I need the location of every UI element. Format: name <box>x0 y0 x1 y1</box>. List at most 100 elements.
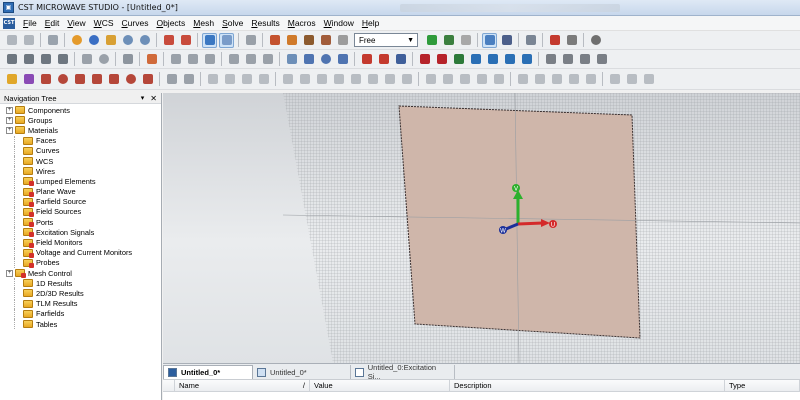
menu-edit[interactable]: Edit <box>41 18 64 28</box>
save-icon[interactable] <box>38 52 53 67</box>
transform-icon[interactable] <box>168 52 183 67</box>
grid-icon[interactable] <box>219 32 234 48</box>
zoom-fit-icon[interactable] <box>137 33 152 48</box>
pan-icon[interactable] <box>103 33 118 48</box>
store-wcs-icon[interactable] <box>583 72 598 87</box>
plane-wave-icon[interactable] <box>417 52 432 67</box>
expand-icon[interactable]: + <box>6 116 13 124</box>
menu-help[interactable]: Help <box>358 18 383 28</box>
start-icon[interactable] <box>560 52 575 67</box>
tree-item[interactable]: Ports <box>0 217 161 228</box>
tab-untitled-3d[interactable]: Untitled_0* <box>163 365 253 379</box>
pin-icon[interactable]: ▾ <box>141 94 145 102</box>
tree-item[interactable]: Field Sources <box>0 206 161 217</box>
rotate-wcs-icon[interactable] <box>566 72 581 87</box>
loft-icon[interactable] <box>297 72 312 87</box>
menu-window[interactable]: Window <box>320 18 358 28</box>
mesh-view-icon[interactable] <box>318 33 333 48</box>
menu-solve[interactable]: Solve <box>218 18 247 28</box>
lumped-element-icon[interactable] <box>393 52 408 67</box>
tree-item[interactable]: WCS <box>0 156 161 167</box>
mid-point-icon[interactable] <box>423 72 438 87</box>
align-wcs-icon[interactable] <box>532 72 547 87</box>
copy-icon[interactable] <box>607 72 622 87</box>
pick-icon[interactable] <box>4 72 19 87</box>
document-icon[interactable]: CST <box>3 17 15 29</box>
extrude-icon[interactable] <box>280 72 295 87</box>
bounding-box-icon[interactable] <box>458 33 473 48</box>
column-header-type[interactable]: Type <box>725 380 800 391</box>
material-icon[interactable] <box>284 33 299 48</box>
face-icon[interactable] <box>382 72 397 87</box>
column-header-description[interactable]: Description <box>450 380 725 391</box>
3d-viewport[interactable]: V U W <box>163 93 800 363</box>
parameter-sweep-icon[interactable] <box>594 52 609 67</box>
paste-icon[interactable] <box>624 72 639 87</box>
tree-item[interactable]: 1D Results <box>0 278 161 289</box>
rotate-view-icon[interactable] <box>86 33 101 48</box>
chamfer-icon[interactable] <box>239 72 254 87</box>
analytical-curve-icon[interactable] <box>181 72 196 87</box>
tree-item[interactable]: Field Monitors <box>0 237 161 248</box>
tab-excitation-signals[interactable]: Untitled_0:Excitation Si... <box>351 363 455 381</box>
menu-mesh[interactable]: Mesh <box>189 18 218 28</box>
stop-icon[interactable] <box>588 33 603 48</box>
tree-item[interactable]: + Mesh Control <box>0 268 161 279</box>
tree-item[interactable]: Lumped Elements <box>0 176 161 187</box>
align-icon[interactable] <box>185 52 200 67</box>
pick-face-icon[interactable] <box>260 52 275 67</box>
boolean-icon[interactable] <box>144 52 159 67</box>
wireframe-icon[interactable] <box>243 33 258 48</box>
tree-item[interactable]: Farfield Source <box>0 196 161 207</box>
local-wcs-icon[interactable] <box>515 72 530 87</box>
cylinder-icon[interactable] <box>120 52 135 67</box>
select-mode-icon[interactable] <box>202 32 217 48</box>
ellipse-icon[interactable] <box>123 72 138 87</box>
menu-results[interactable]: Results <box>247 18 283 28</box>
tree-item[interactable]: 2D/3D Results <box>0 288 161 299</box>
coil-icon[interactable] <box>365 72 380 87</box>
mesh-icon[interactable] <box>301 33 316 48</box>
discrete-port-icon[interactable] <box>376 52 391 67</box>
menu-objects[interactable]: Objects <box>152 18 189 28</box>
background-icon[interactable] <box>301 52 316 67</box>
pick-edge-icon[interactable] <box>243 52 258 67</box>
rectangle-icon[interactable] <box>106 72 121 87</box>
tree-item[interactable]: Voltage and Current Monitors <box>0 247 161 258</box>
tree-item[interactable]: Probes <box>0 257 161 268</box>
zoom-box-icon[interactable] <box>161 33 176 48</box>
menu-curves[interactable]: Curves <box>118 18 153 28</box>
view-mode-select[interactable]: Free ▼ <box>354 33 418 47</box>
line-icon[interactable] <box>38 72 53 87</box>
trim-icon[interactable] <box>205 72 220 87</box>
cut-plane-icon[interactable] <box>424 33 439 48</box>
mesh-control-icon[interactable] <box>519 52 534 67</box>
column-header-name[interactable]: Name / <box>175 380 310 391</box>
transparency-icon[interactable] <box>441 33 456 48</box>
expand-icon[interactable]: + <box>6 269 13 277</box>
column-header-value[interactable]: Value <box>310 380 450 391</box>
port-icon[interactable] <box>359 52 374 67</box>
zoom-icon[interactable] <box>120 33 135 48</box>
menu-file[interactable]: File <box>19 18 41 28</box>
voltage-monitor-icon[interactable] <box>502 52 517 67</box>
close-icon[interactable]: ✕ <box>150 94 157 103</box>
tree-item[interactable]: + Materials <box>0 125 161 135</box>
offset-icon[interactable] <box>256 72 271 87</box>
axes-icon[interactable] <box>482 32 497 48</box>
curve-icon[interactable] <box>21 72 36 87</box>
tree-item[interactable]: + Components <box>0 105 161 115</box>
arc-icon[interactable] <box>72 72 87 87</box>
menu-wcs[interactable]: WCS <box>90 18 118 28</box>
new-icon[interactable] <box>4 52 19 67</box>
transform-icon[interactable] <box>523 33 538 48</box>
options-icon[interactable] <box>335 33 350 48</box>
rotate-curve-icon[interactable] <box>331 72 346 87</box>
tree-item[interactable]: Excitation Signals <box>0 227 161 238</box>
pick-point-icon[interactable] <box>399 72 414 87</box>
expand-icon[interactable]: + <box>6 106 13 114</box>
wcs-icon[interactable] <box>499 33 514 48</box>
delete-icon[interactable] <box>641 72 656 87</box>
farfield-source-icon[interactable] <box>434 52 449 67</box>
optimizer-icon[interactable] <box>577 52 592 67</box>
